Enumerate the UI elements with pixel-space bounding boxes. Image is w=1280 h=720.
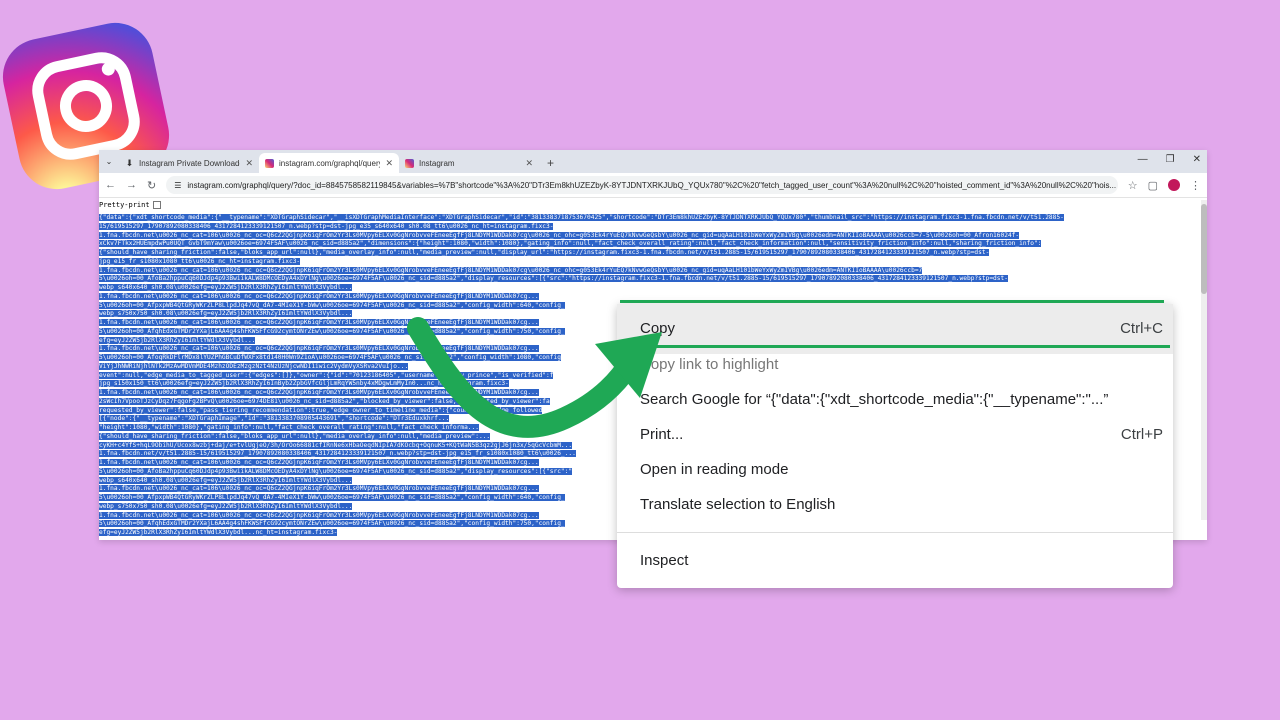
menu-item-label: Search Google for “{"data":{"xdt_shortco… <box>640 391 1109 408</box>
selected-text: webp_s640x640_sh0.08\u0026efg=eyJ2ZW5jb2… <box>99 476 353 484</box>
menu-item-translate[interactable]: Translate selection to English <box>640 496 1163 513</box>
json-line: 1.fna.fbcdn.net\u0026_nc_cat=106\u0026_n… <box>99 266 1201 276</box>
download-icon: ⬇ <box>125 157 134 168</box>
menu-item-shortcut: Ctrl+C <box>1120 320 1163 337</box>
json-line: jpg_e15_fr_s1080x1080_tt6\u0026_nc_ht=in… <box>99 257 1201 267</box>
pretty-print-toggle[interactable]: Pretty-print <box>99 198 1207 210</box>
menu-item-inspect[interactable]: Inspect <box>640 552 1163 569</box>
url-text: instagram.com/graphql/query/?doc_id=8845… <box>187 180 1117 190</box>
menu-item-label: Inspect <box>640 552 689 569</box>
selected-text: 1.fna.fbcdn.net\u0026_nc_cat=106\u0026_n… <box>99 231 1020 239</box>
scrollbar-thumb[interactable] <box>1201 204 1207 294</box>
json-line: {"data":{"xdt_shortcode_media":{"__typen… <box>99 214 1201 223</box>
menu-item-reading-mode[interactable]: Open in reading mode <box>640 461 1163 478</box>
browser-toolbar: ← → ↻ ☰ instagram.com/graphql/query/?doc… <box>99 173 1207 198</box>
tab-instagram[interactable]: Instagram ✕ <box>399 153 539 173</box>
close-tab-icon[interactable]: ✕ <box>245 158 253 169</box>
selected-text: 5\u0026oh=00_AfoBa2hppuCq60DJdp4p93Bwiik… <box>99 275 1008 283</box>
highlight-line-top <box>620 300 1164 303</box>
tab-title: Instagram <box>419 158 455 168</box>
menu-item-print[interactable]: Print... Ctrl+P <box>640 426 1163 443</box>
selected-text: {"data":{"xdt_shortcode_media":{"__typen… <box>99 214 1064 221</box>
close-tab-icon[interactable]: ✕ <box>385 158 393 169</box>
back-icon[interactable]: ← <box>105 179 116 191</box>
bookmark-star-icon[interactable]: ☆ <box>1128 179 1138 192</box>
selected-text: 1.fna.fbcdn.net\u0026_nc_cat=106\u0026_n… <box>99 266 923 274</box>
instagram-icon <box>265 158 274 168</box>
profile-avatar[interactable] <box>1168 179 1180 191</box>
selected-text: 15/619515297_17907892080338406_431728412… <box>99 222 554 230</box>
selected-text: webp_s750x750_sh0.08\u0026efg=eyJ2ZW5jb2… <box>99 502 353 510</box>
selected-text: webp_s750x750_sh0.08\u0026efg=eyJ2ZW5jb2… <box>99 310 353 318</box>
selected-text: jpg_e15_fr_s1080x1080_tt6\u0026_nc_ht=in… <box>99 257 301 265</box>
json-line: 5\u0026oh=00_AfoBa2hppuCq60DJdp4p93Bwiik… <box>99 275 1201 284</box>
menu-item-copy-link-to-highlight[interactable]: Copy link to highlight <box>640 356 1163 373</box>
selected-text: webp_s640x640_sh0.08\u0026efg=eyJ2ZW5jb2… <box>99 284 353 291</box>
new-tab-button[interactable]: + <box>539 153 562 173</box>
selected-text: 5\u0026oh=00_AfoBa2hppuCq60DJdp4p93Bwiik… <box>99 467 573 475</box>
selected-text: 1.fna.fbcdn.net\u0026_nc_cat=106\u0026_n… <box>99 511 539 519</box>
highlight-line-bottom <box>620 345 1170 348</box>
forward-icon[interactable]: → <box>126 179 137 191</box>
tab-bar: ⌄ ⬇ Instagram Private Downloader ✕ insta… <box>99 150 1207 173</box>
selected-text: efg=eyJ2ZW5jb2RlX3RhZyI6ImltYWdlX3Vybdl.… <box>99 529 338 536</box>
tab-title: instagram.com/graphql/query/ <box>279 158 381 168</box>
selected-text: ViYjJhNWRiNjhlNTk2MzAwMDVmMDE4MzhzODEzMz… <box>99 362 409 370</box>
close-tab-icon[interactable]: ✕ <box>525 158 533 169</box>
green-arrow-icon <box>407 317 662 438</box>
selected-text: 1.fna.fbcdn.net\u0026_nc_cat=106\u0026_n… <box>99 292 539 300</box>
tab-search-chevron-icon[interactable]: ⌄ <box>99 151 119 173</box>
json-line: webp_s640x640_sh0.08\u0026efg=eyJ2ZW5jb2… <box>99 284 1201 293</box>
pretty-print-label: Pretty-print <box>99 201 150 209</box>
selected-text: 5\u0026oh=00_AfqhEdxGTMDr2YXajL6AA4g4shF… <box>99 520 565 528</box>
tab-downloader[interactable]: ⬇ Instagram Private Downloader ✕ <box>119 153 259 173</box>
address-bar[interactable]: ☰ instagram.com/graphql/query/?doc_id=88… <box>166 176 1118 194</box>
selected-text: 5\u0026oh=00_AfpxpWB4QtGRyWKrZLP8LlpdJq4… <box>99 494 565 501</box>
menu-item-shortcut: Ctrl+P <box>1120 426 1163 443</box>
menu-kebab-icon[interactable]: ⋮ <box>1190 179 1201 192</box>
selected-text: xCkv7FTkx2HUEmpdwPu0UQT_GvbT9mYaw\u0026o… <box>99 240 1042 248</box>
menu-item-label: Translate selection to English <box>640 496 836 513</box>
selected-text: 1.fna.fbcdn.net\u0026_nc_cat=106\u0026_n… <box>99 485 539 493</box>
menu-item-search-google[interactable]: Search Google for “{"data":{"xdt_shortco… <box>640 391 1163 408</box>
instagram-icon <box>405 158 414 168</box>
json-line: 1.fna.fbcdn.net\u0026_nc_cat=106\u0026_n… <box>99 231 1201 241</box>
minimize-icon[interactable]: — <box>1138 154 1148 165</box>
json-line: xCkv7FTkx2HUEmpdwPu0UQT_GvbT9mYaw\u0026o… <box>99 240 1201 249</box>
menu-separator <box>617 532 1173 533</box>
selected-text: [{"node":{"__typename":"XDTGraphImage","… <box>99 415 450 423</box>
selected-text: efg=eyJ2ZW5jb2RlX3RhZyI6ImltYWdlX3Vybdl.… <box>99 336 256 344</box>
tab-title: Instagram Private Downloader <box>139 158 241 168</box>
extensions-icon[interactable]: ▢ <box>1148 179 1158 192</box>
json-line: 15/619515297_17907892080338406_431728412… <box>99 222 1201 232</box>
window-controls: — ❐ ✕ <box>1138 154 1201 165</box>
tab-graphql[interactable]: instagram.com/graphql/query/ ✕ <box>259 153 399 173</box>
selected-text: 1.fna.fbcdn.net\u0026_nc_cat=106\u0026_n… <box>99 459 539 466</box>
close-window-icon[interactable]: ✕ <box>1193 154 1201 165</box>
scrollbar[interactable] <box>1201 200 1207 520</box>
pretty-print-checkbox[interactable] <box>152 201 161 209</box>
reload-icon[interactable]: ↻ <box>147 179 156 192</box>
menu-item-label: Open in reading mode <box>640 461 789 478</box>
json-line: {"should_have_sharing_friction":false,"b… <box>99 249 1201 258</box>
site-info-icon[interactable]: ☰ <box>174 181 181 190</box>
selected-text: {"should_have_sharing_friction":false,"b… <box>99 249 990 256</box>
restore-icon[interactable]: ❐ <box>1166 154 1175 165</box>
